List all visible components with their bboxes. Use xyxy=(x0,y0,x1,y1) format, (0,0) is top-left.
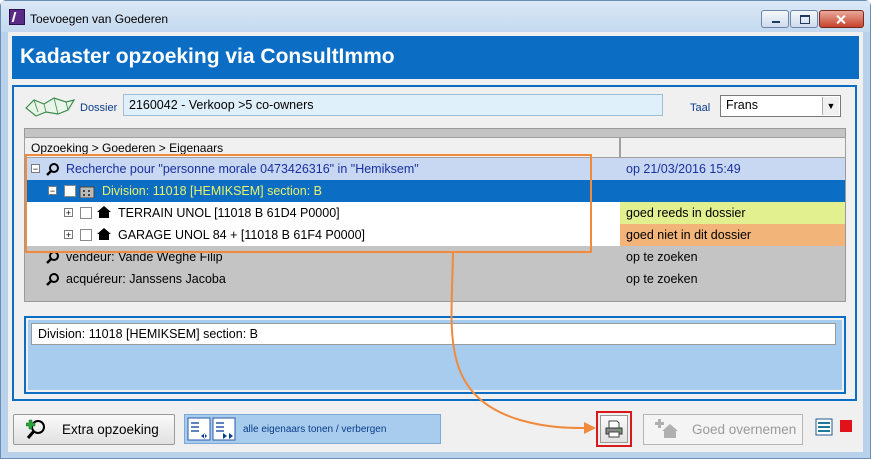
dossier-field[interactable]: 2160042 - Verkoop >5 co-owners xyxy=(123,94,663,116)
maximize-button[interactable] xyxy=(790,10,818,28)
take-over-property-label: Goed overnemen xyxy=(692,422,797,437)
house-icon xyxy=(97,206,111,218)
page-header: Kadaster opzoeking via ConsultImmo xyxy=(12,36,859,79)
tree-row-status: op te zoeken xyxy=(626,272,698,286)
house-icon xyxy=(97,228,111,240)
tree-row-label[interactable]: GARAGE UNOL 84 + [11018 B 61F4 P0000] xyxy=(118,224,365,246)
dossier-label: Dossier xyxy=(80,102,118,114)
magnifier-icon xyxy=(46,251,59,264)
tree-row-buyer[interactable]: acquéreur: Janssens Jacoba xyxy=(66,268,226,290)
collapse-icon[interactable]: − xyxy=(31,164,40,174)
chevron-down-icon[interactable]: ▼ xyxy=(822,97,839,115)
add-house-icon xyxy=(655,419,678,438)
list-view-icon[interactable] xyxy=(815,418,833,436)
status-badge-in-dossier: goed reeds in dossier xyxy=(620,202,845,224)
status-badge-not-in-dossier: goed niet in dit dossier xyxy=(620,224,845,246)
detail-field[interactable]: Division: 11018 [HEMIKSEM] section: B xyxy=(31,323,836,345)
cadastre-map-icon xyxy=(25,97,76,117)
printer-icon xyxy=(605,420,623,438)
language-label: Taal xyxy=(690,102,711,114)
expand-collapse-icon[interactable] xyxy=(187,417,237,441)
tree-row-label[interactable]: TERRAIN UNOL [11018 B 61D4 P0000] xyxy=(118,202,340,224)
row-checkbox[interactable] xyxy=(80,229,92,241)
add-search-icon xyxy=(26,419,45,439)
toggle-owners-label[interactable]: alle eigenaars tonen / verbergen xyxy=(243,424,386,435)
window-title: Toevoegen van Goederen xyxy=(30,12,169,26)
building-icon xyxy=(79,186,95,198)
expand-icon[interactable]: + xyxy=(64,208,73,218)
extra-search-label: Extra opzoeking xyxy=(62,422,159,437)
status-indicator xyxy=(840,420,852,432)
tree-status-column-header[interactable] xyxy=(620,137,846,158)
tree-row-vendor[interactable]: vendeur: Vande Weghe Filip xyxy=(66,246,223,268)
tree-row-status: op te zoeken xyxy=(626,250,698,264)
magnifier-icon xyxy=(46,163,59,176)
collapse-icon[interactable]: − xyxy=(48,186,57,196)
minimize-button[interactable] xyxy=(761,10,789,28)
tree-column-header[interactable]: Opzoeking > Goederen > Eigenaars xyxy=(24,137,620,158)
magnifier-icon xyxy=(46,273,59,286)
app-icon xyxy=(9,9,25,25)
expand-icon[interactable]: + xyxy=(64,230,73,240)
row-checkbox[interactable] xyxy=(64,185,76,197)
page-title: Kadaster opzoeking via ConsultImmo xyxy=(20,45,395,68)
tree-row-status: op 21/03/2016 15:49 xyxy=(620,158,845,180)
tree-row-label[interactable]: Recherche pour "personne morale 04734263… xyxy=(66,158,419,180)
tree-row-label[interactable]: Division: 11018 [HEMIKSEM] section: B xyxy=(102,180,322,202)
close-button[interactable] xyxy=(819,10,864,28)
row-checkbox[interactable] xyxy=(80,207,92,219)
